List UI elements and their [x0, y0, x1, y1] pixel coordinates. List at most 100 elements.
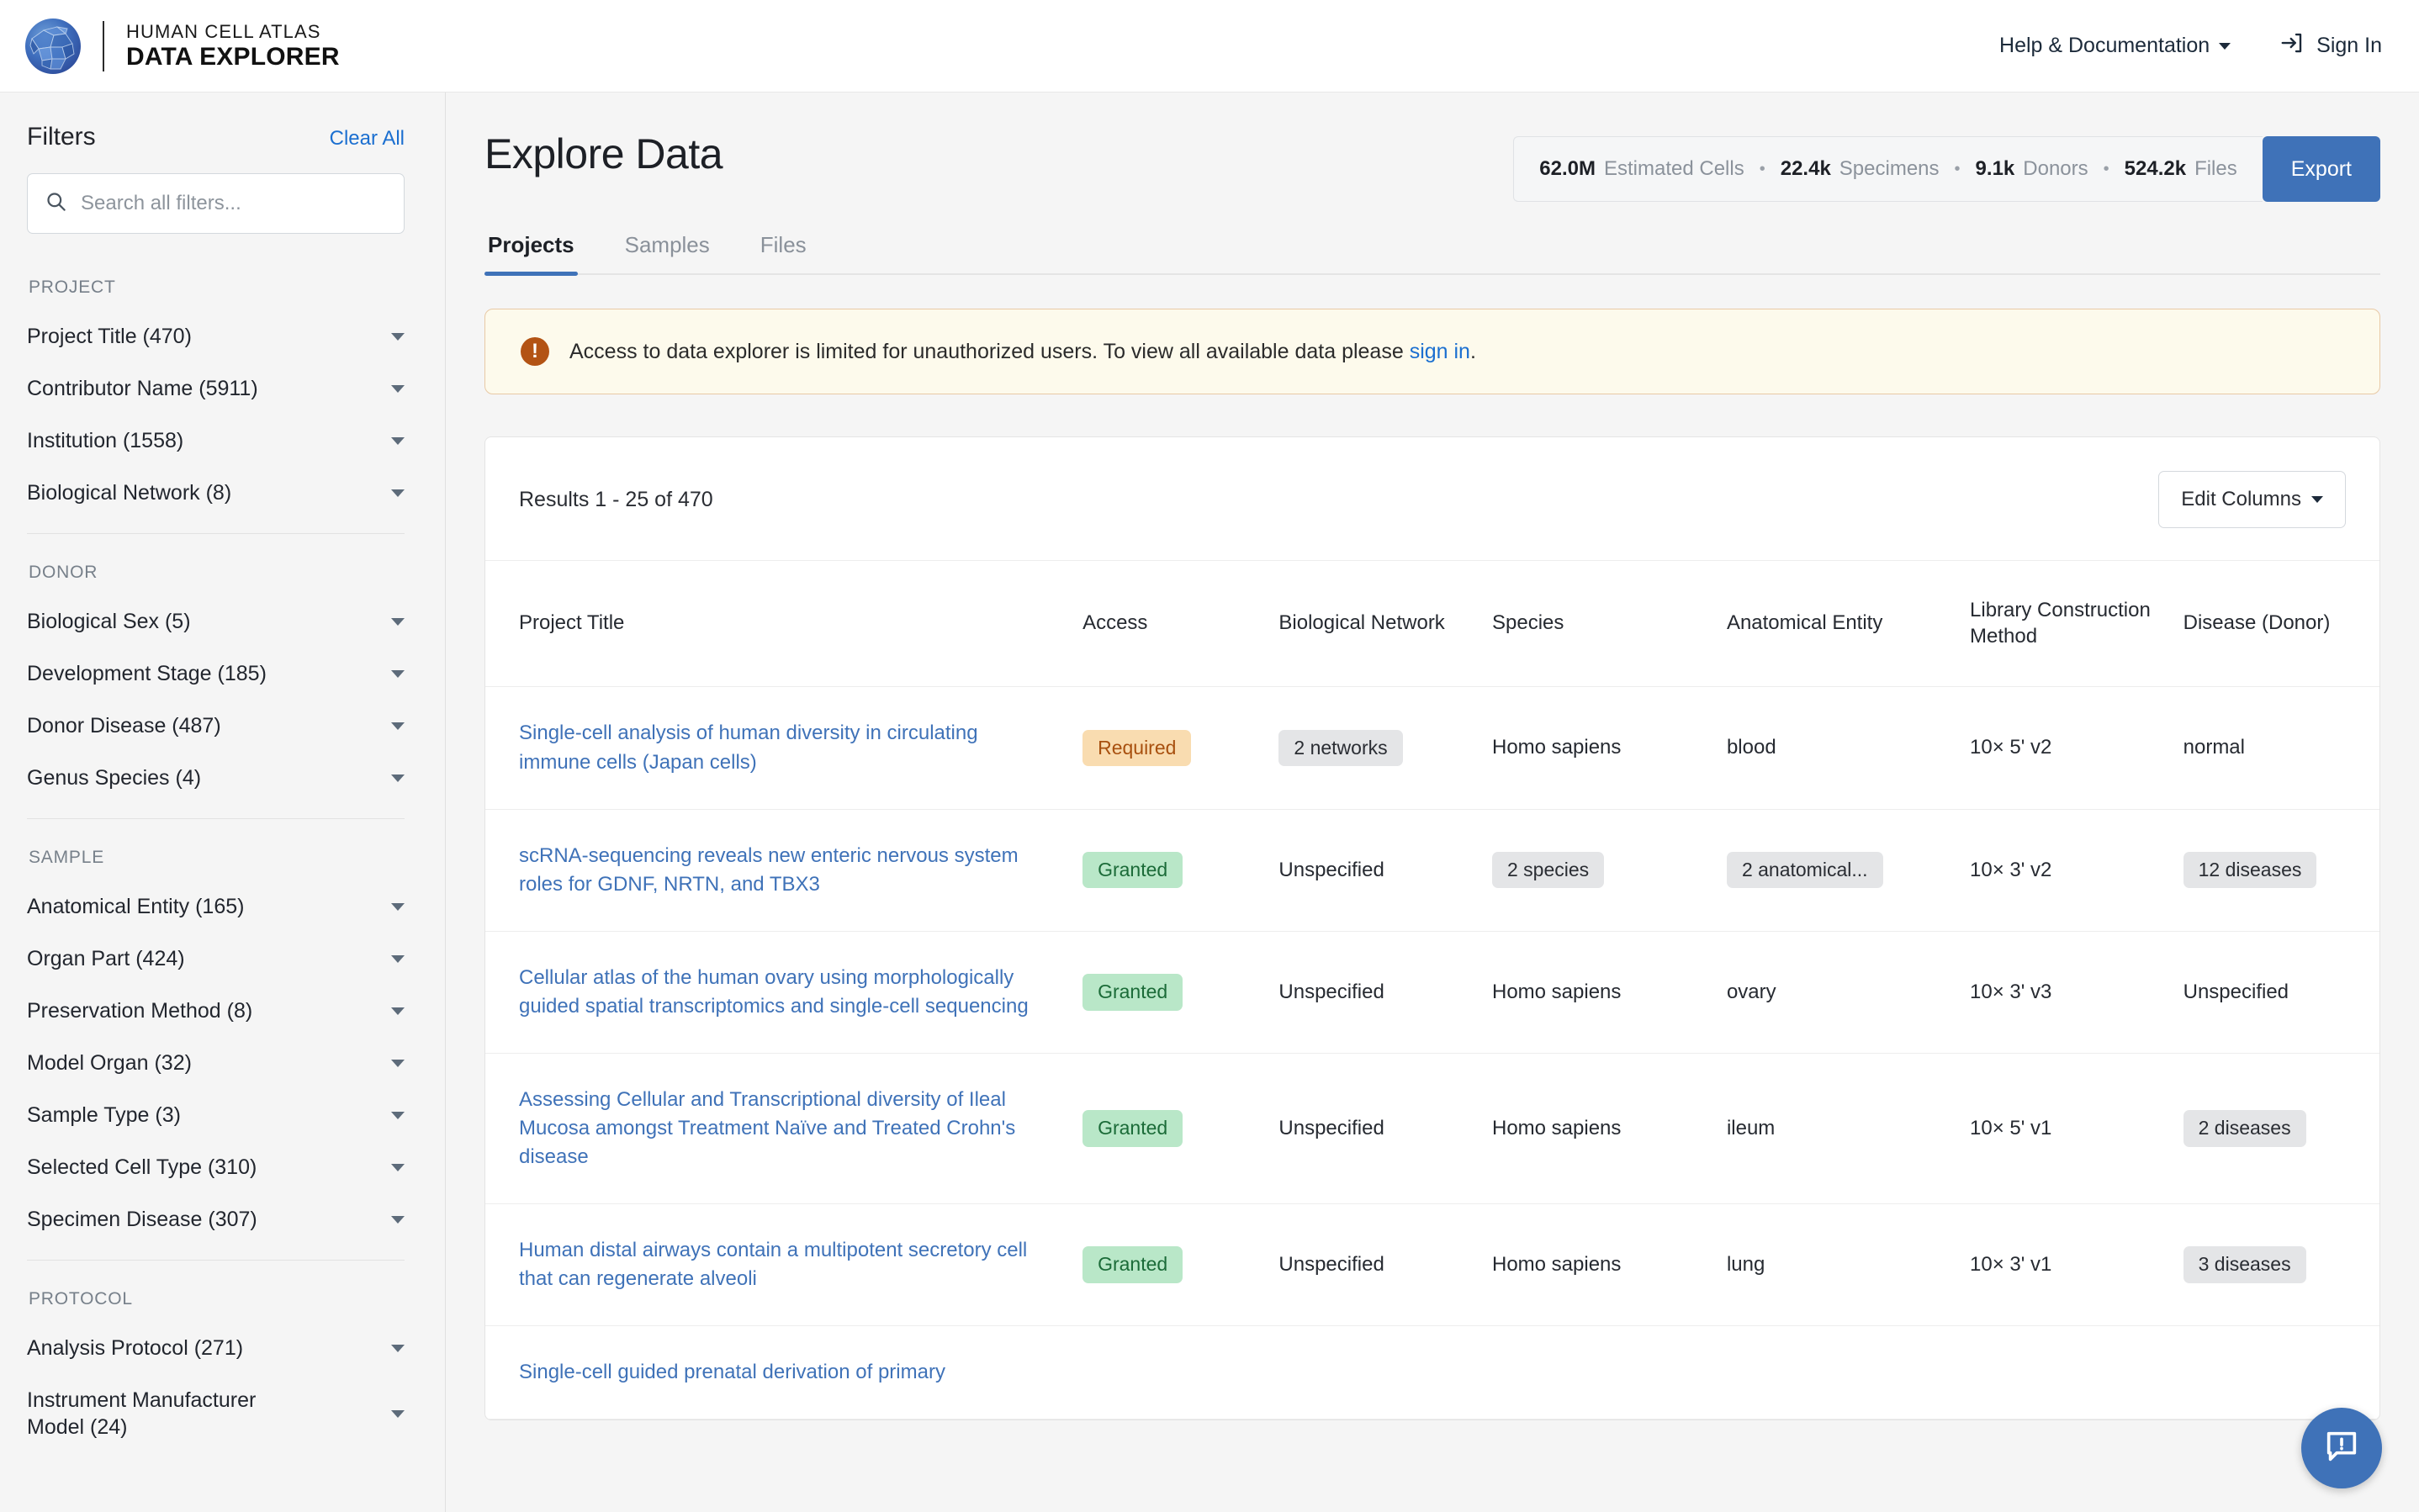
- sidebar-filter-anatomical-entity[interactable]: Anatomical Entity (165): [27, 885, 405, 928]
- chevron-down-icon: [391, 1163, 405, 1171]
- project-title-link[interactable]: scRNA-sequencing reveals new enteric ner…: [519, 844, 1019, 896]
- summary-value-specimens: 22.4k: [1780, 157, 1831, 180]
- sign-in-link[interactable]: sign in: [1410, 340, 1470, 363]
- sign-in-icon: [2279, 30, 2305, 61]
- brand-title-top: HUMAN CELL ATLAS: [126, 20, 321, 42]
- sidebar-filter-selected-cell-type[interactable]: Selected Cell Type (310): [27, 1145, 405, 1189]
- sidebar-filter-donor-disease[interactable]: Donor Disease (487): [27, 704, 405, 748]
- sidebar-filter-specimen-disease[interactable]: Specimen Disease (307): [27, 1197, 405, 1241]
- filter-group-protocol: PROTOCOL Analysis Protocol (271) Instrum…: [27, 1289, 405, 1449]
- summary-separator: •: [1759, 159, 1765, 178]
- disease-badge: 3 diseases: [2183, 1246, 2306, 1284]
- sidebar-filter-genus-species[interactable]: Genus Species (4): [27, 756, 405, 800]
- filter-group-label: PROTOCOL: [29, 1289, 133, 1308]
- sidebar-filter-sample-type[interactable]: Sample Type (3): [27, 1093, 405, 1137]
- filter-label: Analysis Protocol (271): [27, 1336, 244, 1360]
- alert-message: Access to data explorer is limited for u…: [569, 340, 1476, 364]
- chevron-down-icon: [391, 1344, 405, 1352]
- library-method-cell: 10× 3' v2: [1970, 809, 2183, 932]
- column-header-access[interactable]: Access: [1082, 559, 1279, 688]
- filter-group-divider: [27, 818, 405, 819]
- table-row[interactable]: Human distal airways contain a multipote…: [485, 1203, 2379, 1327]
- anatomical-entity-cell: ileum: [1726, 1053, 1971, 1205]
- table-row[interactable]: Single-cell analysis of human diversity …: [485, 686, 2379, 810]
- column-header-library-construction-method[interactable]: Library Construction Method: [1970, 559, 2183, 688]
- tab-samples[interactable]: Samples: [622, 232, 713, 273]
- projects-table: Project Title Access Biological Network …: [485, 559, 2379, 1420]
- filter-label: Biological Sex (5): [27, 610, 191, 633]
- column-header-biological-network[interactable]: Biological Network: [1278, 559, 1492, 688]
- access-warning-banner: ! Access to data explorer is limited for…: [484, 309, 2380, 394]
- tab-files[interactable]: Files: [757, 232, 810, 273]
- chevron-down-icon: [391, 1059, 405, 1067]
- cell-sphere-logo-icon: [25, 18, 81, 74]
- filter-label: Anatomical Entity (165): [27, 895, 245, 918]
- project-title-link[interactable]: Single-cell guided prenatal derivation o…: [519, 1361, 945, 1383]
- species-badge: 2 species: [1491, 851, 1605, 889]
- sidebar-filter-model-organ[interactable]: Model Organ (32): [27, 1041, 405, 1085]
- access-badge: Required: [1082, 729, 1192, 767]
- column-header-disease-donor[interactable]: Disease (Donor): [2183, 559, 2379, 688]
- sign-in-label: Sign In: [2316, 34, 2382, 57]
- sidebar-filter-biological-network[interactable]: Biological Network (8): [27, 471, 405, 515]
- table-row[interactable]: Assessing Cellular and Transcriptional d…: [485, 1053, 2379, 1205]
- biological-network-cell: Unspecified: [1278, 809, 1492, 932]
- summary-label-donors: Donors: [2023, 157, 2088, 180]
- sidebar-filter-development-stage[interactable]: Development Stage (185): [27, 652, 405, 695]
- sign-in-button[interactable]: Sign In: [2279, 30, 2382, 61]
- table-row[interactable]: scRNA-sequencing reveals new enteric ner…: [485, 809, 2379, 932]
- brand-divider: [103, 20, 104, 71]
- chevron-down-icon: [391, 669, 405, 678]
- project-title-link[interactable]: Single-cell analysis of human diversity …: [519, 722, 978, 773]
- project-title-link[interactable]: Cellular atlas of the human ovary using …: [519, 966, 1029, 1018]
- filter-group-donor: DONOR Biological Sex (5) Development Sta…: [27, 563, 405, 800]
- export-button[interactable]: Export: [2262, 136, 2380, 202]
- species-cell: Homo sapiens: [1491, 686, 1727, 810]
- column-header-species[interactable]: Species: [1491, 559, 1727, 688]
- help-documentation-label: Help & Documentation: [1999, 34, 2210, 57]
- project-title-link[interactable]: Assessing Cellular and Transcriptional d…: [519, 1088, 1015, 1168]
- sidebar-filter-project-title[interactable]: Project Title (470): [27, 315, 405, 358]
- brand[interactable]: HUMAN CELL ATLAS DATA EXPLORER: [25, 18, 340, 74]
- chevron-down-icon: [391, 617, 405, 626]
- filter-group-sample: SAMPLE Anatomical Entity (165) Organ Par…: [27, 848, 405, 1241]
- tab-projects[interactable]: Projects: [484, 232, 578, 276]
- biological-network-badge: 2 networks: [1278, 729, 1403, 767]
- biological-network-cell: Unspecified: [1278, 1053, 1492, 1205]
- sidebar-filter-analysis-protocol[interactable]: Analysis Protocol (271): [27, 1326, 405, 1370]
- chevron-down-icon: [391, 722, 405, 730]
- chevron-down-icon: [391, 1215, 405, 1224]
- summary-stats: 62.0M Estimated Cells • 22.4k Specimens …: [1513, 136, 2263, 202]
- clear-all-button[interactable]: Clear All: [330, 127, 405, 151]
- app-header: HUMAN CELL ATLAS DATA EXPLORER Help & Do…: [0, 0, 2419, 93]
- sidebar-filter-organ-part[interactable]: Organ Part (424): [27, 937, 405, 981]
- disease-cell: normal: [2183, 686, 2379, 810]
- summary-value-files: 524.2k: [2124, 157, 2187, 180]
- table-row[interactable]: Single-cell guided prenatal derivation o…: [485, 1325, 2379, 1420]
- edit-columns-button[interactable]: Edit Columns: [2158, 471, 2346, 528]
- project-title-link[interactable]: Human distal airways contain a multipote…: [519, 1239, 1027, 1290]
- filter-label: Specimen Disease (307): [27, 1208, 257, 1231]
- feedback-button[interactable]: [2301, 1408, 2382, 1488]
- feedback-chat-icon: [2322, 1427, 2361, 1470]
- filter-label: Sample Type (3): [27, 1103, 181, 1127]
- anatomical-entity-cell: ovary: [1726, 931, 1971, 1054]
- help-documentation-menu[interactable]: Help & Documentation: [1999, 34, 2231, 58]
- sidebar-filter-instrument-manufacturer-model[interactable]: Instrument Manufacturer Model (24): [27, 1378, 405, 1449]
- filter-search-input[interactable]: [81, 192, 387, 215]
- chevron-down-icon: [2311, 496, 2323, 503]
- column-header-project-title[interactable]: Project Title: [485, 559, 1083, 688]
- library-method-cell: 10× 5' v2: [1970, 686, 2183, 810]
- sidebar-filter-contributor-name[interactable]: Contributor Name (5911): [27, 367, 405, 410]
- summary-separator: •: [2103, 159, 2109, 178]
- column-header-anatomical-entity[interactable]: Anatomical Entity: [1726, 559, 1971, 688]
- species-cell: Homo sapiens: [1491, 1053, 1727, 1205]
- table-row[interactable]: Cellular atlas of the human ovary using …: [485, 931, 2379, 1054]
- filter-search-box[interactable]: [27, 173, 405, 234]
- alert-text-after: .: [1469, 339, 1476, 363]
- sidebar-filter-preservation-method[interactable]: Preservation Method (8): [27, 989, 405, 1033]
- sidebar-filter-institution[interactable]: Institution (1558): [27, 419, 405, 463]
- sidebar-filter-biological-sex[interactable]: Biological Sex (5): [27, 600, 405, 643]
- filter-label: Institution (1558): [27, 429, 184, 452]
- chevron-down-icon: [391, 1409, 405, 1418]
